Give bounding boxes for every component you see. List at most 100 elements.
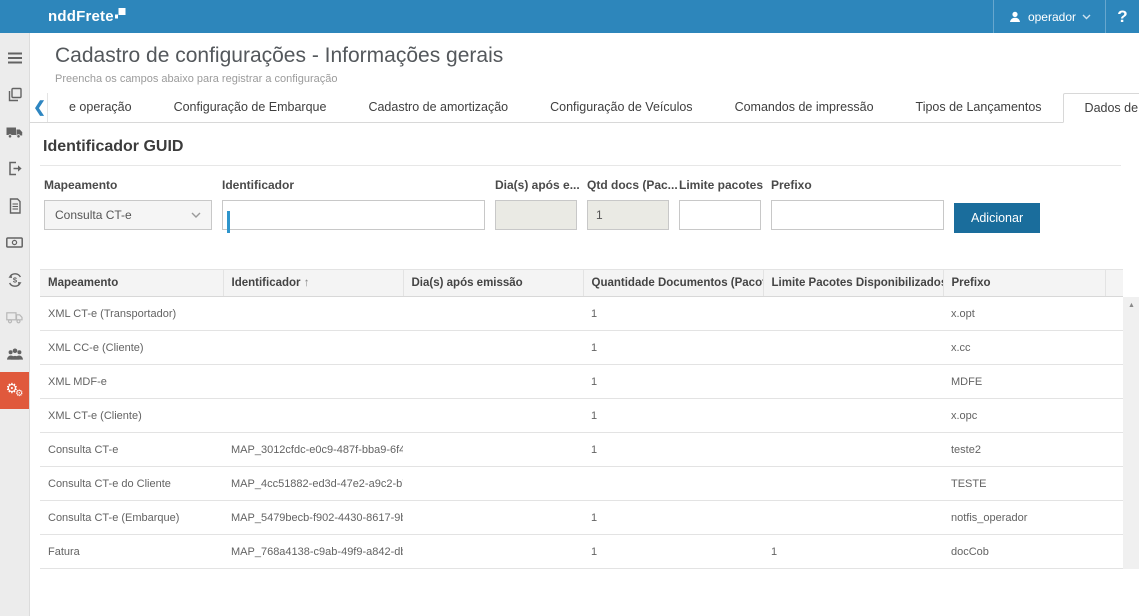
cell-prefixo: notfis_operador — [943, 501, 1105, 535]
cell-identificador: MAP_3012cfdc-e0c9-487f-bba9-6f46c... — [223, 433, 403, 467]
qtd-docs-input — [587, 200, 669, 230]
dias-apos-label: Dia(s) após e... — [495, 178, 577, 192]
tab-tipos-de-lan-amentos[interactable]: Tipos de Lançamentos — [895, 93, 1063, 122]
cell-qtd: 1 — [583, 501, 763, 535]
sidebar-item-truck-outline[interactable] — [0, 298, 29, 335]
cell-empty — [1105, 399, 1123, 433]
tab-dados-de-mapeamento[interactable]: Dados de Mapeamento — [1063, 93, 1139, 123]
cell-mapeamento: Fatura — [40, 535, 223, 569]
cell-prefixo: x.cc — [943, 331, 1105, 365]
help-button[interactable]: ? — [1105, 0, 1139, 33]
sidebar-item-gears[interactable]: ⚙⚙ — [0, 372, 29, 409]
sidebar: $ ⚙⚙ — [0, 33, 30, 616]
tab-cadastro-de-amortiza-o[interactable]: Cadastro de amortização — [347, 93, 529, 122]
cell-limite — [763, 297, 943, 331]
users-icon — [6, 347, 24, 361]
cell-mapeamento: XML CC-e (Cliente) — [40, 331, 223, 365]
text-caret — [227, 211, 230, 233]
dias-apos-input — [495, 200, 577, 230]
tab-configura-o-de-embarque[interactable]: Configuração de Embarque — [153, 93, 348, 122]
cell-prefixo: TESTE — [943, 467, 1105, 501]
table-header-row: MapeamentoIdentificador ↑Dia(s) após emi… — [40, 270, 1123, 297]
copy-icon — [7, 87, 23, 103]
column-header-prefixo[interactable]: Prefixo — [943, 270, 1105, 297]
cell-empty — [1105, 433, 1123, 467]
sidebar-item-menu[interactable] — [0, 39, 29, 76]
column-header-mapeamento[interactable]: Mapeamento — [40, 270, 223, 297]
cell-limite — [763, 501, 943, 535]
tab-scroll-left-icon[interactable]: ❮ — [32, 93, 48, 122]
table-row[interactable]: XML CC-e (Cliente)1x.cc — [40, 331, 1123, 365]
cell-mapeamento: XML CT-e (Cliente) — [40, 399, 223, 433]
sidebar-item-users[interactable] — [0, 335, 29, 372]
cell-identificador: MAP_768a4138-c9ab-49f9-a842-db40... — [223, 535, 403, 569]
user-menu[interactable]: operador — [993, 0, 1105, 33]
tab-comandos-de-impress-o[interactable]: Comandos de impressão — [714, 93, 895, 122]
mapeamento-select[interactable]: Consulta CT-e — [44, 200, 212, 230]
cell-qtd: 1 — [583, 297, 763, 331]
section-title: Identificador GUID — [43, 138, 1121, 156]
cell-qtd: 1 — [583, 399, 763, 433]
user-name-label: operador — [1028, 10, 1076, 24]
chevron-down-icon — [191, 212, 201, 218]
table-row[interactable]: XML MDF-e1MDFE — [40, 365, 1123, 399]
cell-mapeamento: XML CT-e (Transportador) — [40, 297, 223, 331]
truck-icon — [6, 125, 23, 139]
table-row[interactable]: Consulta CT-e do ClienteMAP_4cc51882-ed3… — [40, 467, 1123, 501]
cell-identificador: MAP_5479becb-f902-4430-8617-9b82... — [223, 501, 403, 535]
column-header-quantidade-documentos-pacote-[interactable]: Quantidade Documentos (Pacote) — [583, 270, 763, 297]
section-divider — [40, 165, 1121, 166]
cell-empty — [1105, 535, 1123, 569]
cell-empty — [1105, 331, 1123, 365]
cell-empty — [1105, 501, 1123, 535]
sidebar-item-document[interactable] — [0, 187, 29, 224]
table-row[interactable]: Consulta CT-e (Embarque)MAP_5479becb-f90… — [40, 501, 1123, 535]
scroll-up-icon[interactable]: ▲ — [1123, 297, 1139, 309]
guid-form: Mapeamento Consulta CT-e Identificador D… — [44, 178, 1121, 233]
tab-configura-o-de-ve-culos[interactable]: Configuração de Veículos — [529, 93, 713, 122]
tab-e-opera-o[interactable]: e operação — [48, 93, 153, 122]
prefixo-label: Prefixo — [771, 178, 944, 192]
limite-pacotes-input[interactable] — [679, 200, 761, 230]
cell-prefixo: x.opt — [943, 297, 1105, 331]
column-header-identificador[interactable]: Identificador ↑ — [223, 270, 403, 297]
cell-limite — [763, 433, 943, 467]
cell-identificador — [223, 399, 403, 433]
sidebar-item-export[interactable] — [0, 150, 29, 187]
table-row[interactable]: XML CT-e (Cliente) 1 x.opc — [40, 399, 1123, 433]
table-scrollbar[interactable]: ▲ — [1123, 297, 1139, 569]
sidebar-item-truck[interactable] — [0, 113, 29, 150]
cell-dias — [403, 331, 583, 365]
banknote-icon — [6, 236, 23, 249]
cell-dias — [403, 501, 583, 535]
prefixo-input[interactable] — [771, 200, 944, 230]
identificador-label: Identificador — [222, 178, 485, 192]
tab-bar: ❮ e operaçãoConfiguração de EmbarqueCada… — [30, 92, 1139, 123]
page-title: Cadastro de configurações - Informações … — [55, 44, 1139, 68]
limite-pacotes-label: Limite pacotes — [679, 178, 761, 192]
mapeamento-select-value: Consulta CT-e — [55, 208, 132, 222]
table-row[interactable]: FaturaMAP_768a4138-c9ab-49f9-a842-db40..… — [40, 535, 1123, 569]
cell-prefixo: docCob — [943, 535, 1105, 569]
adicionar-button[interactable]: Adicionar — [954, 203, 1040, 233]
app-logo-text: nddFrete — [48, 8, 114, 25]
sidebar-item-banknote[interactable] — [0, 224, 29, 261]
cell-dias — [403, 535, 583, 569]
identificador-input[interactable] — [222, 200, 485, 230]
logo-square-icon — [115, 8, 126, 19]
column-header-dia-s-ap-s-emiss-o[interactable]: Dia(s) após emissão — [403, 270, 583, 297]
app-logo: nddFrete — [48, 0, 126, 33]
cell-prefixo: teste2 — [943, 433, 1105, 467]
sidebar-item-copy[interactable] — [0, 76, 29, 113]
cell-limite — [763, 467, 943, 501]
sidebar-item-money-sync[interactable]: $ — [0, 261, 29, 298]
column-header-limite-pacotes-disponibilizados[interactable]: Limite Pacotes Disponibilizados — [763, 270, 943, 297]
money-sync-icon: $ — [7, 272, 23, 288]
chevron-down-icon — [1082, 14, 1091, 20]
cell-prefixo: x.opc — [943, 399, 1105, 433]
sort-asc-icon: ↑ — [301, 277, 310, 289]
gears-icon: ⚙⚙ — [6, 381, 24, 400]
table-row[interactable]: Consulta CT-eMAP_3012cfdc-e0c9-487f-bba9… — [40, 433, 1123, 467]
user-icon — [1008, 10, 1022, 24]
table-row[interactable]: XML CT-e (Transportador) 1 x.opt — [40, 297, 1123, 331]
